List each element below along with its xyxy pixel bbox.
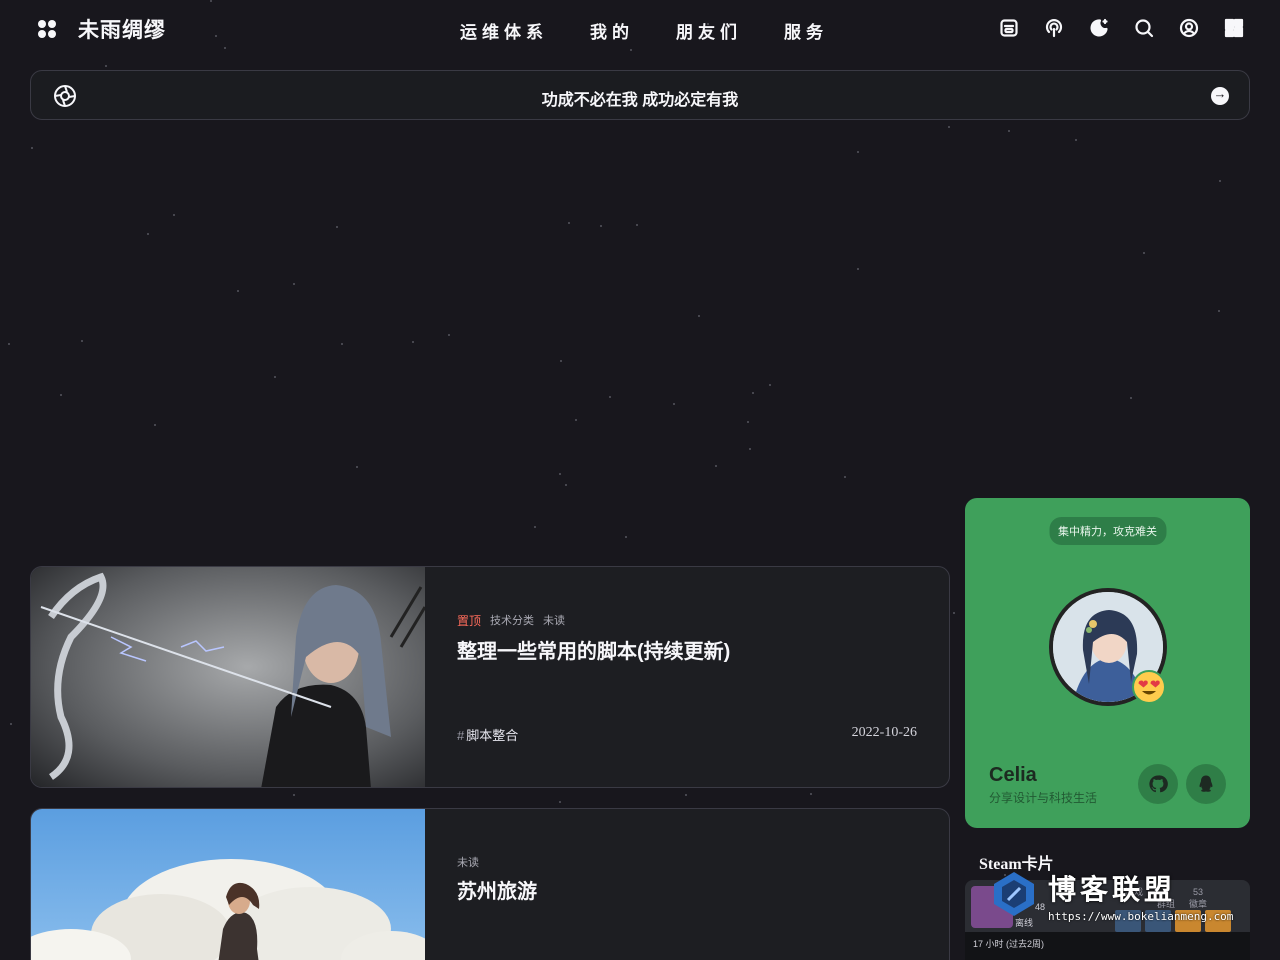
star-dot xyxy=(8,343,10,345)
watermark: 博客联盟 https://www.bokelianmeng.com xyxy=(990,862,1252,932)
announcement-bar[interactable]: 功成不必在我 成功必定有我 xyxy=(30,70,1250,120)
github-icon[interactable] xyxy=(1138,764,1178,804)
star-dot xyxy=(625,536,627,538)
star-dot xyxy=(810,793,812,795)
star-dot xyxy=(1075,139,1077,141)
post-cover-image[interactable] xyxy=(31,567,427,787)
menu-item-mine[interactable]: 我的 xyxy=(590,18,634,43)
menu-item-friends[interactable]: 朋友们 xyxy=(676,18,742,43)
star-dot xyxy=(747,421,749,423)
author-card: 集中精力，攻克难关 Celia 分享设计与科技生活 xyxy=(965,498,1250,828)
read-status: 未读 xyxy=(543,615,566,627)
star-dot xyxy=(1143,252,1145,254)
star-dot xyxy=(10,723,12,725)
search-icon[interactable] xyxy=(1134,18,1154,38)
star-dot xyxy=(274,376,276,378)
top-navbar: 未雨绸缪 运维体系 我的 朋友们 服务 xyxy=(0,0,1280,60)
sticky-badge: 置顶 xyxy=(457,614,482,628)
post-meta: 未读 xyxy=(457,854,479,870)
main-menu: 运维体系 我的 朋友们 服务 xyxy=(460,18,828,43)
star-dot xyxy=(769,384,771,386)
star-dot xyxy=(600,225,602,227)
star-dot xyxy=(715,465,717,467)
star-dot xyxy=(31,147,33,149)
menu-item-services[interactable]: 服务 xyxy=(784,18,828,43)
dark-mode-icon[interactable] xyxy=(1089,18,1109,38)
star-dot xyxy=(673,403,675,405)
star-dot xyxy=(752,392,754,394)
site-title[interactable]: 未雨绸缪 xyxy=(78,14,166,44)
announcement-text: 功成不必在我 成功必定有我 xyxy=(541,92,739,109)
star-dot xyxy=(154,424,156,426)
star-dot xyxy=(1130,397,1132,399)
podcast-icon[interactable] xyxy=(1044,18,1064,38)
author-motto: 集中精力，攻克难关 xyxy=(1049,517,1166,545)
star-dot xyxy=(293,794,295,796)
menu-item-ops[interactable]: 运维体系 xyxy=(460,18,548,43)
hash-icon: # xyxy=(457,728,465,743)
star-dot xyxy=(448,334,450,336)
star-dot xyxy=(857,268,859,270)
heart-eyes-emoji-icon xyxy=(1132,670,1166,704)
star-dot xyxy=(568,222,570,224)
star-dot xyxy=(844,476,846,478)
star-dot xyxy=(560,360,562,362)
star-dot xyxy=(147,233,149,235)
star-dot xyxy=(534,526,536,528)
grid-icon[interactable] xyxy=(1224,18,1244,38)
star-dot xyxy=(356,466,358,468)
watermark-url: https://www.bokelianmeng.com xyxy=(1048,910,1234,923)
nav-brand[interactable]: 未雨绸缪 xyxy=(36,14,166,44)
steam-recent-activity: 17 小时 (过去2周) xyxy=(965,932,1250,960)
author-name: Celia xyxy=(989,764,1037,786)
star-dot xyxy=(173,214,175,216)
star-dot xyxy=(1008,130,1010,132)
star-dot xyxy=(237,290,239,292)
star-dot xyxy=(81,340,83,342)
star-dot xyxy=(559,801,561,803)
arrow-right-icon[interactable] xyxy=(1211,86,1229,105)
star-dot xyxy=(609,396,611,398)
user-icon[interactable] xyxy=(1179,18,1199,38)
star-dot xyxy=(60,394,62,396)
post-info: 置顶 技术分类 未读 整理一些常用的脚本(持续更新) # 脚本整合 2022-10… xyxy=(457,567,917,787)
star-dot xyxy=(565,484,567,486)
post-tag-label: 脚本整合 xyxy=(466,728,519,743)
nav-actions xyxy=(999,18,1244,38)
star-dot xyxy=(749,448,751,450)
post-title[interactable]: 整理一些常用的脚本(持续更新) xyxy=(457,635,730,664)
article-icon[interactable] xyxy=(999,18,1019,38)
star-dot xyxy=(341,343,343,345)
post-category[interactable]: 技术分类 xyxy=(490,612,534,629)
author-description: 分享设计与科技生活 xyxy=(989,791,1098,805)
post-cover-image[interactable] xyxy=(31,809,441,960)
post-info: 未读 苏州旅游 xyxy=(457,809,917,960)
watermark-logo-icon xyxy=(990,870,1038,918)
star-dot xyxy=(698,315,700,317)
post-card[interactable]: 未读 苏州旅游 xyxy=(30,808,950,960)
post-tag[interactable]: # 脚本整合 xyxy=(457,725,518,744)
star-dot xyxy=(336,226,338,228)
star-dot xyxy=(636,224,638,226)
star-dot xyxy=(948,126,950,128)
post-date: 2022-10-26 xyxy=(851,725,917,740)
watermark-name: 博客联盟 xyxy=(1048,873,1177,906)
post-meta: 置顶 技术分类 未读 xyxy=(457,612,565,629)
star-dot xyxy=(953,612,955,614)
star-dot xyxy=(575,419,577,421)
star-dot xyxy=(685,794,687,796)
post-title[interactable]: 苏州旅游 xyxy=(457,875,537,904)
qq-icon[interactable] xyxy=(1186,764,1226,804)
read-status: 未读 xyxy=(457,857,479,869)
star-dot xyxy=(1219,180,1221,182)
star-dot xyxy=(293,283,295,285)
post-card[interactable]: 置顶 技术分类 未读 整理一些常用的脚本(持续更新) # 脚本整合 2022-10… xyxy=(30,566,950,788)
apps-icon[interactable] xyxy=(36,18,58,40)
star-dot xyxy=(559,473,561,475)
steam-recent-text: 17 小时 (过去2周) xyxy=(973,939,1045,949)
star-dot xyxy=(857,151,859,153)
star-dot xyxy=(1218,310,1220,312)
star-dot xyxy=(105,65,107,67)
star-dot xyxy=(412,341,414,343)
